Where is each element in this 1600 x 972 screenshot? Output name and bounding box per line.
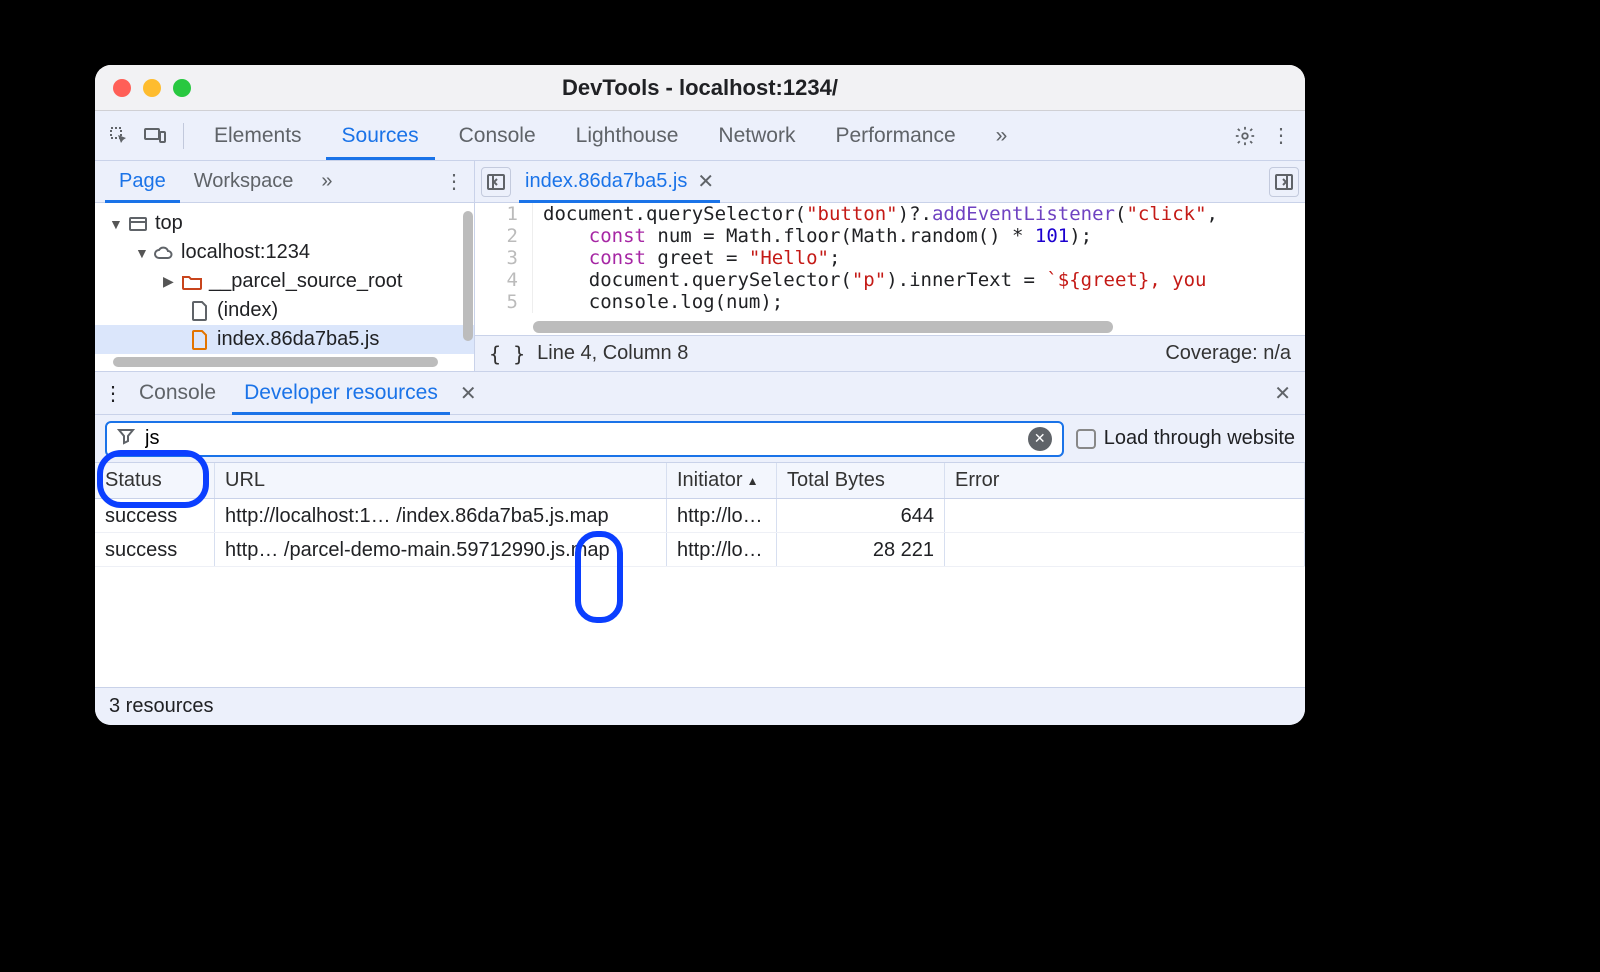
tree-host[interactable]: ▼ localhost:1234 [95, 238, 474, 267]
navigator-tree[interactable]: ▼ top ▼ localhost:1234 ▶ __parcel_source… [95, 203, 474, 371]
code-editor[interactable]: 1document.querySelector("button")?.addEv… [475, 203, 1305, 335]
tab-network[interactable]: Network [702, 112, 811, 160]
drawer-tab-console[interactable]: Console [127, 371, 228, 415]
clear-filter-icon[interactable]: ✕ [1028, 427, 1052, 451]
drawer-kebab-icon[interactable]: ⋮ [103, 381, 123, 406]
navtabs-overflow[interactable]: » [307, 160, 346, 203]
editor-tab-label: index.86da7ba5.js [525, 170, 687, 193]
tree-label: __parcel_source_root [209, 270, 402, 293]
filter-toolbar: ✕ Load through website [95, 415, 1305, 463]
table-body: successhttp://localhost:1… /index.86da7b… [95, 499, 1305, 687]
col-initiator-label: Initiator [677, 469, 743, 492]
cursor-position: Line 4, Column 8 [537, 342, 688, 365]
window-controls [113, 79, 191, 97]
tree-label: top [155, 212, 183, 235]
settings-icon[interactable] [1231, 122, 1259, 150]
tree-label: localhost:1234 [181, 241, 310, 264]
close-drawer-icon[interactable]: ✕ [1268, 381, 1297, 406]
document-icon [189, 300, 211, 322]
cloud-icon [153, 242, 175, 264]
navigator-tabs: Page Workspace » ⋮ [95, 161, 474, 203]
minimize-window-button[interactable] [143, 79, 161, 97]
load-through-website-checkbox[interactable]: Load through website [1076, 427, 1295, 450]
inspect-element-icon[interactable] [105, 122, 133, 150]
js-file-icon [189, 329, 211, 351]
disclosure-triangle-icon[interactable]: ▶ [163, 273, 175, 290]
navtab-page[interactable]: Page [105, 160, 180, 203]
resources-table: Status URL Initiator ▲ Total Bytes Error… [95, 463, 1305, 687]
folder-icon [181, 271, 203, 293]
titlebar: DevTools - localhost:1234/ [95, 65, 1305, 111]
col-status[interactable]: Status [95, 463, 215, 498]
window-icon [127, 213, 149, 235]
tree-label: (index) [217, 299, 278, 322]
pretty-print-icon[interactable]: { } [489, 342, 525, 366]
filter-input-box[interactable]: ✕ [105, 421, 1064, 457]
drawer: ⋮ Console Developer resources ✕ ✕ ✕ Load… [95, 371, 1305, 725]
editor-pane: index.86da7ba5.js ✕ 1document.querySelec… [475, 161, 1305, 371]
coverage-label: Coverage: n/a [1165, 342, 1291, 365]
tree-top-frame[interactable]: ▼ top [95, 209, 474, 238]
tab-performance[interactable]: Performance [819, 112, 971, 160]
tab-elements[interactable]: Elements [198, 112, 318, 160]
tabs-overflow-button[interactable]: » [980, 112, 1024, 160]
device-toolbar-icon[interactable] [141, 122, 169, 150]
show-navigator-icon[interactable] [481, 167, 511, 197]
show-debugger-icon[interactable] [1269, 167, 1299, 197]
zoom-window-button[interactable] [173, 79, 191, 97]
tree-folder[interactable]: ▶ __parcel_source_root [95, 267, 474, 296]
separator [183, 123, 184, 149]
window-title: DevTools - localhost:1234/ [95, 75, 1305, 101]
horizontal-scrollbar[interactable] [533, 321, 1113, 333]
devtools-window: DevTools - localhost:1234/ Elements Sour… [95, 65, 1305, 725]
table-row[interactable]: successhttp://localhost:1… /index.86da7b… [95, 499, 1305, 533]
drawer-tab-devresources[interactable]: Developer resources [232, 371, 450, 415]
horizontal-scrollbar[interactable] [113, 357, 438, 367]
editor-tabs: index.86da7ba5.js ✕ [475, 161, 1305, 203]
editor-statusbar: { } Line 4, Column 8 Coverage: n/a [475, 335, 1305, 371]
tab-lighthouse[interactable]: Lighthouse [560, 112, 695, 160]
checkbox-icon[interactable] [1076, 429, 1096, 449]
col-initiator[interactable]: Initiator ▲ [667, 463, 777, 498]
checkbox-label: Load through website [1104, 427, 1295, 450]
tree-label: index.86da7ba5.js [217, 328, 379, 351]
resource-count: 3 resources [109, 695, 214, 718]
disclosure-triangle-icon[interactable]: ▼ [135, 245, 147, 261]
tab-console[interactable]: Console [443, 112, 552, 160]
close-tab-icon[interactable]: ✕ [697, 169, 714, 194]
drawer-footer: 3 resources [95, 687, 1305, 725]
navigator-kebab-icon[interactable]: ⋮ [444, 169, 464, 194]
tree-file-index[interactable]: (index) [95, 296, 474, 325]
table-header: Status URL Initiator ▲ Total Bytes Error [95, 463, 1305, 499]
table-row[interactable]: successhttp… /parcel-demo-main.59712990.… [95, 533, 1305, 567]
disclosure-triangle-icon[interactable]: ▼ [109, 216, 121, 232]
col-url[interactable]: URL [215, 463, 667, 498]
close-drawer-tab-icon[interactable]: ✕ [454, 381, 483, 406]
filter-input[interactable] [145, 427, 1018, 450]
col-error[interactable]: Error [945, 463, 1305, 498]
tree-file-js[interactable]: index.86da7ba5.js [95, 325, 474, 354]
tab-sources[interactable]: Sources [326, 112, 435, 160]
col-total-bytes[interactable]: Total Bytes [777, 463, 945, 498]
sources-panels: Page Workspace » ⋮ ▼ top ▼ localhost:123… [95, 161, 1305, 371]
editor-tab[interactable]: index.86da7ba5.js ✕ [519, 161, 720, 203]
drawer-tabs: ⋮ Console Developer resources ✕ ✕ [95, 371, 1305, 415]
navtab-workspace[interactable]: Workspace [180, 160, 308, 203]
sort-asc-icon: ▲ [747, 474, 759, 488]
filter-icon [117, 427, 135, 451]
close-window-button[interactable] [113, 79, 131, 97]
main-tabbar: Elements Sources Console Lighthouse Netw… [95, 111, 1305, 161]
navigator-pane: Page Workspace » ⋮ ▼ top ▼ localhost:123… [95, 161, 475, 371]
kebab-menu-icon[interactable]: ⋮ [1267, 122, 1295, 150]
vertical-scrollbar[interactable] [463, 211, 473, 341]
